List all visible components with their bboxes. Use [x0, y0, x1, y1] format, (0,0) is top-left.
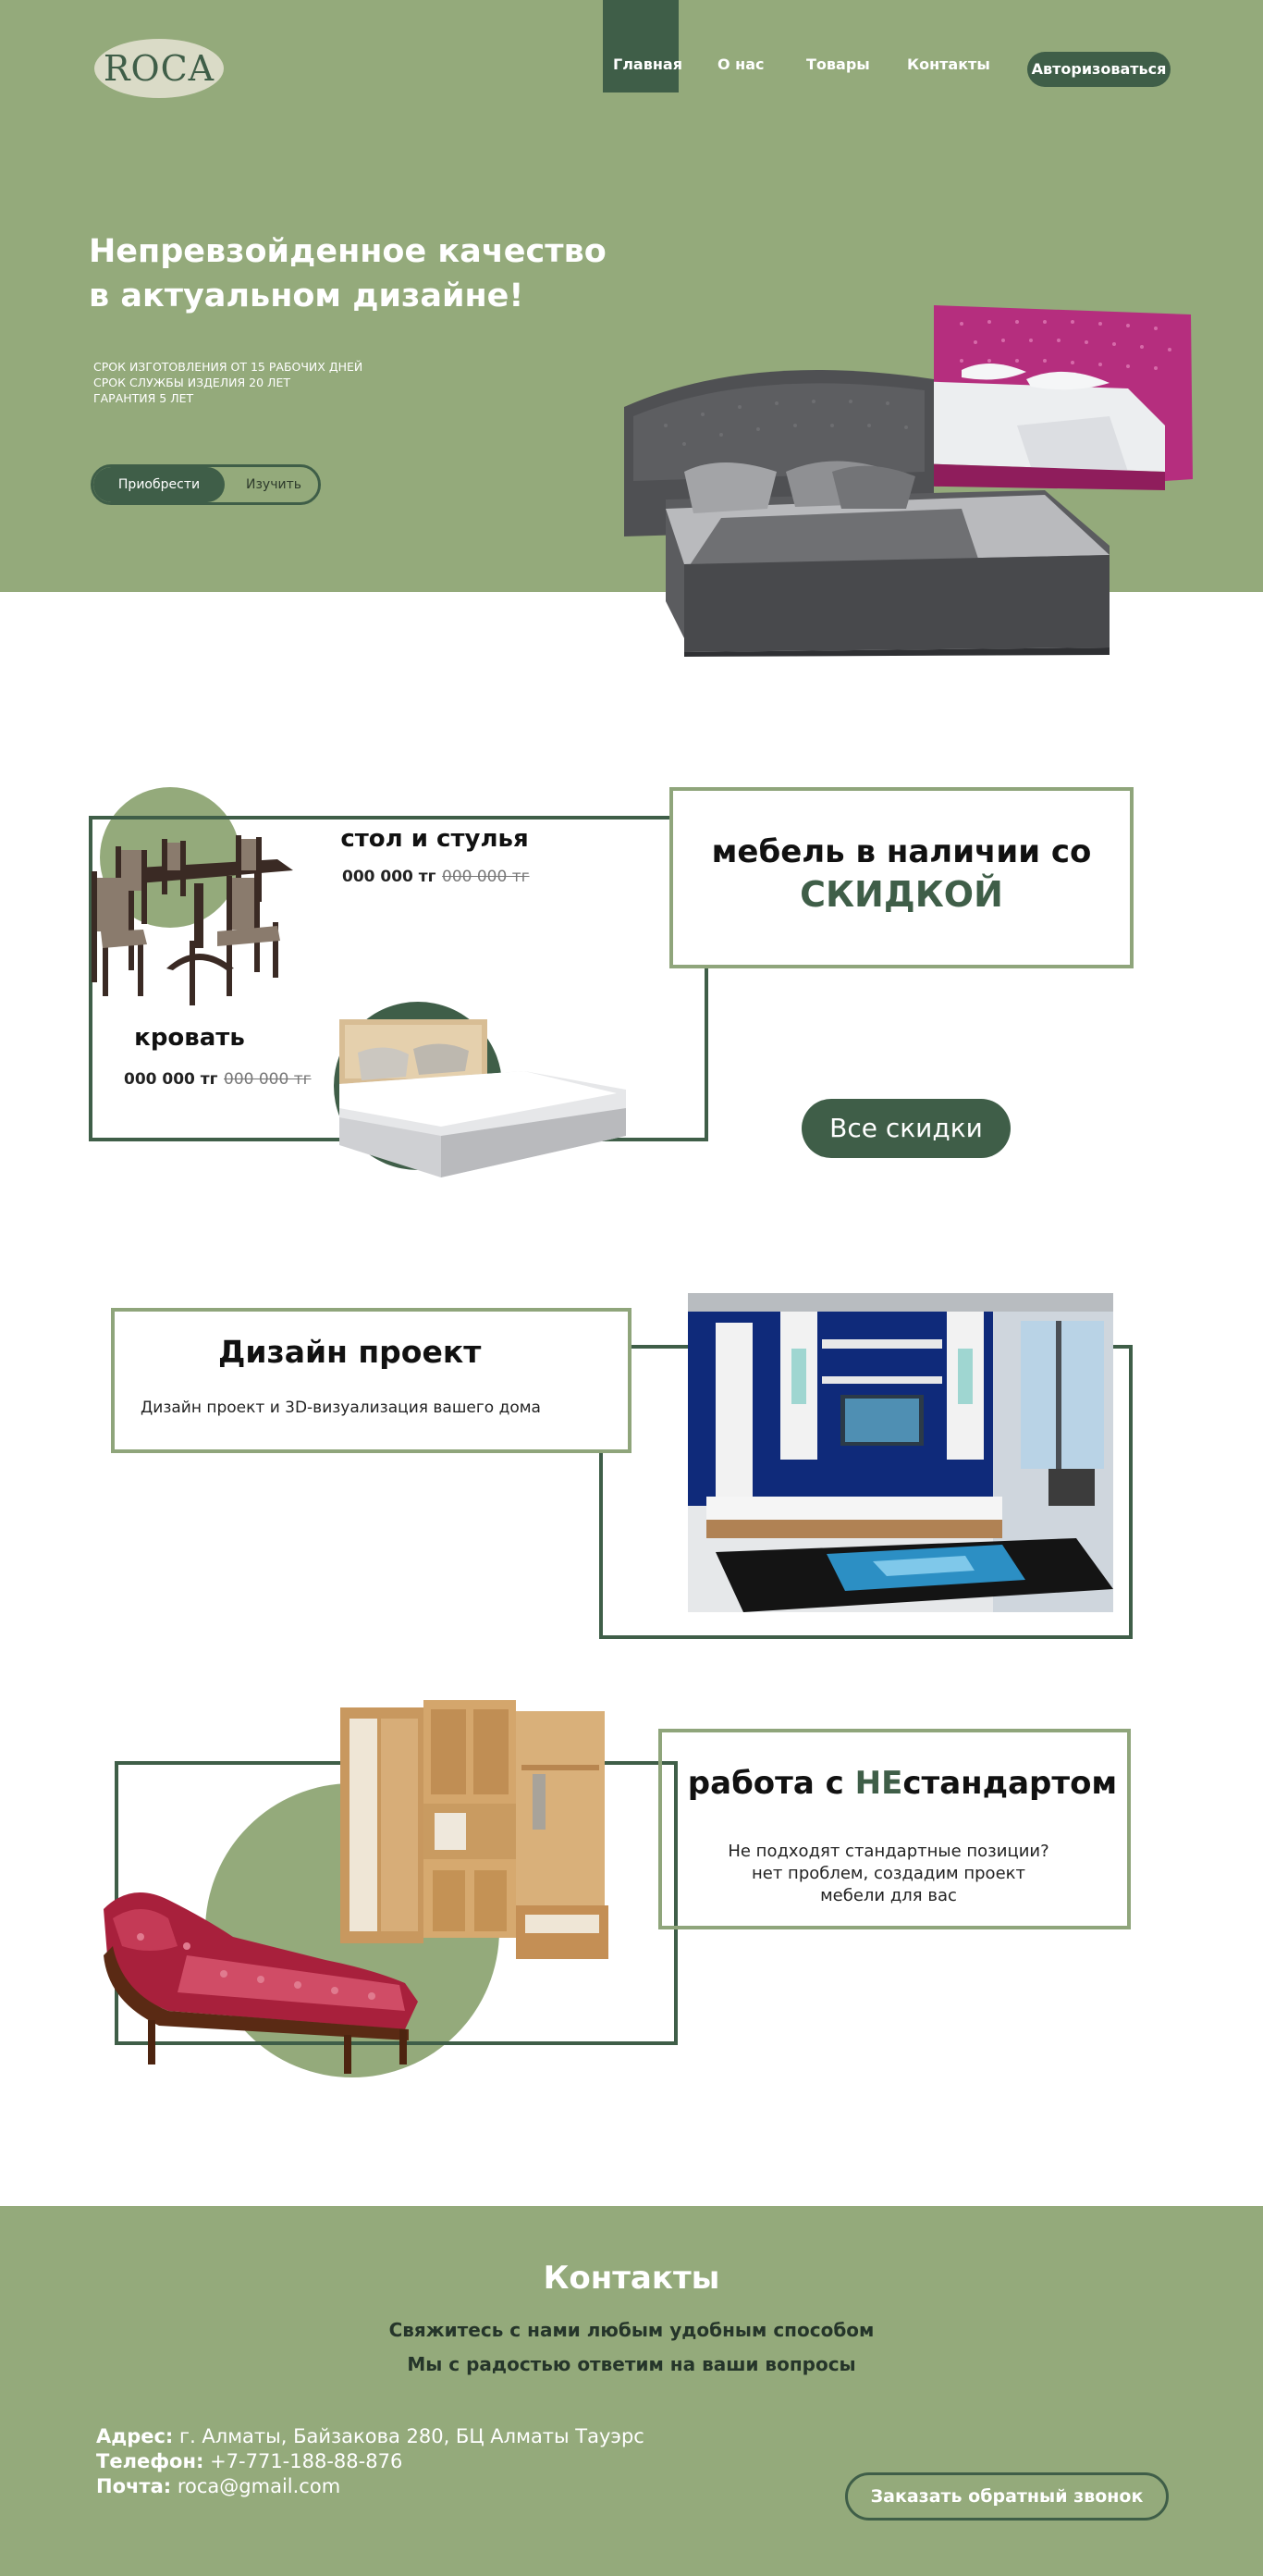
custom-text-line3: мебели для вас — [820, 1886, 957, 1905]
address-label: Адрес: — [96, 2425, 174, 2447]
bed-image[interactable] — [339, 1016, 626, 1182]
product-price-table-chairs: 000 000 тг — [342, 868, 436, 886]
custom-title: работа с НЕстандартом — [671, 1765, 1134, 1802]
phone-label: Телефон: — [96, 2450, 204, 2472]
sale-headline-line1: мебель в наличии со — [711, 833, 1092, 870]
product-price-bed: 000 000 тг — [124, 1070, 218, 1089]
nav-item-contacts[interactable]: Контакты — [907, 55, 990, 73]
custom-title-highlight: НЕ — [854, 1765, 903, 1802]
email-label: Почта: — [96, 2475, 172, 2497]
fact-warranty: ГАРАНТИЯ 5 ЛЕТ — [93, 391, 194, 405]
product-old-price-bed: 000 000 тг — [224, 1070, 312, 1089]
hero-title-line1: Непревзойденное качество — [89, 233, 607, 270]
nav-item-about[interactable]: О нас — [717, 55, 765, 73]
nav-item-products[interactable]: Товары — [806, 55, 870, 73]
custom-text-line1: Не подходят стандартные позиции? — [728, 1842, 1049, 1861]
logo[interactable]: ROCA — [94, 39, 224, 98]
hero-cta-group: Приобрести Изучить — [91, 464, 321, 505]
email-value[interactable]: roca@gmail.com — [178, 2475, 340, 2497]
nav-item-home[interactable]: Главная — [613, 55, 682, 73]
hero-beds-image — [624, 305, 1193, 657]
contact-address: Адрес: г. Алматы, Байзакова 280, БЦ Алма… — [96, 2425, 644, 2447]
nav-active-indicator — [603, 0, 679, 92]
all-discounts-button[interactable]: Все скидки — [802, 1099, 1011, 1158]
design-title: Дизайн проект — [218, 1334, 482, 1370]
sale-headline-line2: СКИДКОЙ — [800, 874, 1003, 915]
contact-email: Почта: roca@gmail.com — [96, 2475, 340, 2497]
custom-text-line2: нет проблем, создадим проект — [752, 1864, 1025, 1883]
dining-set-image[interactable] — [88, 830, 310, 1005]
learn-button[interactable]: Изучить — [227, 467, 318, 502]
product-name-bed[interactable]: кровать — [111, 1024, 268, 1052]
login-button[interactable]: Авторизоваться — [1027, 52, 1171, 87]
buy-button[interactable]: Приобрести — [93, 467, 225, 502]
design-text-frame: Дизайн проект Дизайн проект и 3D-визуали… — [111, 1308, 632, 1453]
custom-title-part2: стандартом — [902, 1765, 1118, 1802]
contacts-title: Контакты — [543, 2260, 720, 2297]
living-room-image[interactable] — [688, 1293, 1113, 1612]
chaise-lounge-image[interactable] — [94, 1881, 435, 2080]
product-name-table-chairs[interactable]: стол и стулья — [319, 825, 550, 853]
custom-text: Не подходят стандартные позиции? нет про… — [671, 1841, 1106, 1907]
design-subtitle: Дизайн проект и 3D-визуализация вашего д… — [141, 1399, 541, 1417]
fact-production-time: СРОК ИЗГОТОВЛЕНИЯ ОТ 15 РАБОЧИХ ДНЕЙ — [93, 360, 363, 374]
contact-phone: Телефон: +7-771-188-88-876 — [96, 2450, 402, 2472]
custom-title-part1: работа с — [687, 1765, 855, 1802]
sale-headline-frame: мебель в наличии со СКИДКОЙ — [669, 787, 1134, 968]
contacts-line1: Свяжитесь с нами любым удобным способом — [388, 2319, 875, 2341]
hero-facts: СРОК ИЗГОТОВЛЕНИЯ ОТ 15 РАБОЧИХ ДНЕЙ СРО… — [93, 359, 362, 406]
contacts-section: Контакты Свяжитесь с нами любым удобным … — [0, 2206, 1263, 2576]
fact-service-life: СРОК СЛУЖБЫ ИЗДЕЛИЯ 20 ЛЕТ — [93, 376, 290, 389]
logo-text: ROCA — [103, 48, 215, 89]
contacts-line2: Мы с радостью ответим на ваши вопросы — [407, 2353, 856, 2375]
product-old-price-table-chairs: 000 000 тг — [442, 868, 530, 886]
phone-value[interactable]: +7-771-188-88-876 — [210, 2450, 402, 2472]
callback-button[interactable]: Заказать обратный звонок — [845, 2472, 1169, 2521]
address-value: г. Алматы, Байзакова 280, БЦ Алматы Тауэ… — [179, 2425, 644, 2447]
